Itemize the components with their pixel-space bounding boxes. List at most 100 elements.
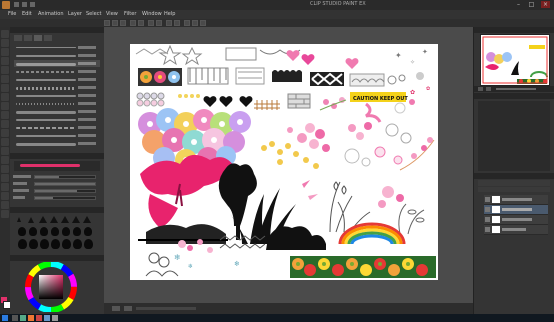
move-tool-icon[interactable] xyxy=(1,39,9,47)
brush-size-swatch[interactable] xyxy=(29,239,38,249)
undo-icon[interactable] xyxy=(130,20,136,26)
operation-tool-icon[interactable] xyxy=(1,48,9,56)
brush-size-swatch[interactable] xyxy=(40,239,49,249)
brush-size-swatch[interactable] xyxy=(18,227,26,236)
brush-preset[interactable] xyxy=(14,124,100,131)
zoom-out-icon[interactable] xyxy=(478,87,483,91)
subtool-tab[interactable] xyxy=(34,35,42,41)
brush-preset[interactable] xyxy=(14,84,100,91)
brush-size-swatch[interactable] xyxy=(51,227,59,236)
brush-tool-icon[interactable] xyxy=(1,102,9,110)
minimize-button[interactable]: – xyxy=(514,1,523,8)
deselect-icon[interactable] xyxy=(166,20,172,26)
eye-icon[interactable] xyxy=(485,207,490,212)
brush-preset[interactable] xyxy=(14,52,100,59)
zoom-control-icon[interactable] xyxy=(112,306,120,311)
menu-filter[interactable]: Filter xyxy=(124,11,136,17)
brush-size-swatch[interactable] xyxy=(62,227,70,236)
decoration-tool-icon[interactable] xyxy=(1,120,9,128)
close-button[interactable]: × xyxy=(541,1,550,8)
brush-size-swatch[interactable] xyxy=(72,216,80,223)
zoom-tool-icon[interactable] xyxy=(1,30,9,38)
text-tool-icon[interactable] xyxy=(1,192,9,200)
line-correction-tool-icon[interactable] xyxy=(1,210,9,218)
layer-opacity-slider[interactable] xyxy=(478,187,550,192)
grid-icon[interactable] xyxy=(200,20,206,26)
menu-view[interactable]: View xyxy=(106,11,118,17)
stabilization-slider[interactable] xyxy=(34,196,96,200)
canvas-scrollbar[interactable] xyxy=(136,307,196,310)
blend-tool-icon[interactable] xyxy=(1,138,9,146)
ruler-tool-icon[interactable] xyxy=(1,183,9,191)
balloon-tool-icon[interactable] xyxy=(1,201,9,209)
fill-tool-icon[interactable] xyxy=(1,147,9,155)
ruler-icon[interactable] xyxy=(192,20,198,26)
pencil-tool-icon[interactable] xyxy=(1,93,9,101)
brush-preset[interactable] xyxy=(14,100,100,107)
brush-size-swatch[interactable] xyxy=(29,227,37,236)
menu-select[interactable]: Select xyxy=(86,11,101,17)
brush-preset[interactable] xyxy=(14,132,100,139)
gradient-tool-icon[interactable] xyxy=(1,156,9,164)
figure-tool-icon[interactable] xyxy=(1,165,9,173)
layer-row[interactable] xyxy=(484,195,548,205)
eye-icon[interactable] xyxy=(485,217,490,222)
redo-icon[interactable] xyxy=(138,20,144,26)
layer-row-selected[interactable] xyxy=(484,205,548,215)
open-file-icon[interactable] xyxy=(112,20,118,26)
color-wheel[interactable] xyxy=(18,261,84,313)
taskbar-app-icon[interactable] xyxy=(28,315,34,321)
brush-size-slider[interactable] xyxy=(34,175,96,179)
brush-size-swatch[interactable] xyxy=(61,216,69,223)
menu-help[interactable]: Help xyxy=(164,11,175,17)
blend-mode-select[interactable] xyxy=(478,180,550,186)
brush-preset[interactable] xyxy=(14,76,100,83)
menu-window[interactable]: Window xyxy=(142,11,162,17)
snap-icon[interactable] xyxy=(184,20,190,26)
pen-tool-icon[interactable] xyxy=(1,84,9,92)
airbrush-tool-icon[interactable] xyxy=(1,111,9,119)
brush-size-swatch[interactable] xyxy=(51,239,60,249)
clear-icon[interactable] xyxy=(148,20,154,26)
brush-size-swatch[interactable] xyxy=(84,227,92,236)
brush-preset[interactable] xyxy=(14,68,100,75)
maximize-button[interactable]: □ xyxy=(527,1,536,8)
invert-selection-icon[interactable] xyxy=(174,20,180,26)
opacity-slider[interactable] xyxy=(34,182,96,186)
menu-animation[interactable]: Animation xyxy=(38,11,64,17)
brush-size-swatch[interactable] xyxy=(73,227,81,236)
zoom-slider[interactable] xyxy=(496,88,536,90)
new-file-icon[interactable] xyxy=(104,20,110,26)
layer-row[interactable] xyxy=(484,215,548,225)
layer-row[interactable] xyxy=(484,225,548,235)
taskbar-app-icon[interactable] xyxy=(20,315,26,321)
eyedropper-tool-icon[interactable] xyxy=(1,75,9,83)
menu-layer[interactable]: Layer xyxy=(68,11,82,17)
brush-preset[interactable] xyxy=(14,92,100,99)
eye-icon[interactable] xyxy=(485,227,490,232)
brush-size-swatch[interactable] xyxy=(28,217,34,223)
subtool-tab[interactable] xyxy=(14,35,22,41)
quick-access-icons[interactable] xyxy=(14,2,134,7)
taskbar-app-icon[interactable] xyxy=(36,315,42,321)
brush-preset[interactable] xyxy=(14,108,100,115)
brush-size-swatch[interactable] xyxy=(83,216,91,223)
brush-size-swatch[interactable] xyxy=(18,239,27,249)
eraser-tool-icon[interactable] xyxy=(1,129,9,137)
brush-preset[interactable] xyxy=(14,140,100,147)
brush-size-swatch[interactable] xyxy=(39,216,47,223)
brush-size-swatch[interactable] xyxy=(62,239,71,249)
brush-preset[interactable] xyxy=(14,60,100,67)
subtool-tab[interactable] xyxy=(44,35,52,41)
taskbar-app-icon[interactable] xyxy=(12,315,18,321)
density-slider[interactable] xyxy=(34,189,96,193)
zoom-in-icon[interactable] xyxy=(486,87,491,91)
eye-icon[interactable] xyxy=(485,197,490,202)
frame-tool-icon[interactable] xyxy=(1,174,9,182)
brush-size-swatch[interactable] xyxy=(40,227,48,236)
navigator-thumbnail[interactable] xyxy=(480,34,550,86)
save-icon[interactable] xyxy=(120,20,126,26)
brush-size-swatch[interactable] xyxy=(73,239,82,249)
auto-select-tool-icon[interactable] xyxy=(1,66,9,74)
start-icon[interactable] xyxy=(2,315,8,321)
